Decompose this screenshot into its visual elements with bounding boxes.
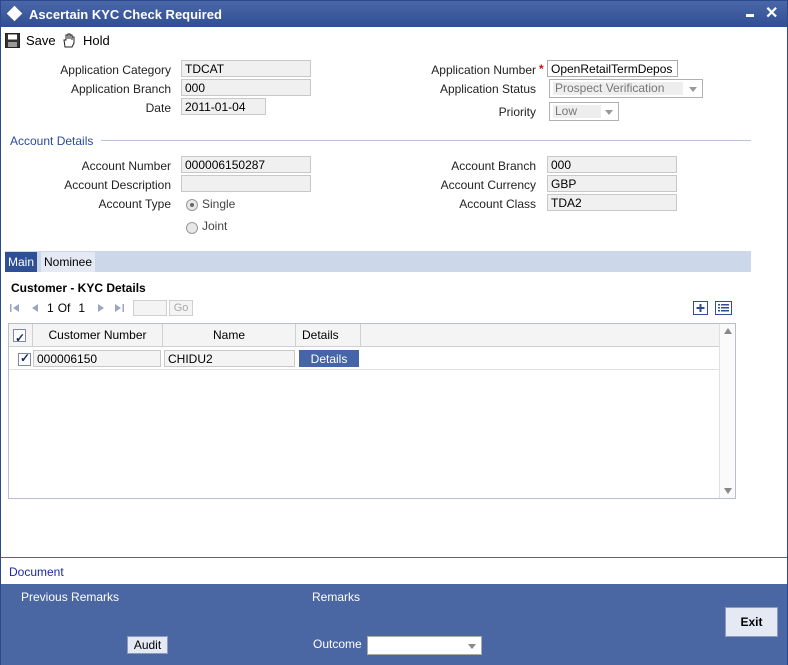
section-divider <box>101 140 751 141</box>
row-checkbox[interactable] <box>18 351 31 366</box>
account-number-field[interactable]: 000006150287 <box>181 156 311 173</box>
account-number-label: Account Number <box>81 159 171 173</box>
tab-bar: Main Nominee <box>5 251 751 272</box>
save-label: Save <box>26 32 56 48</box>
save-icon <box>5 32 20 48</box>
application-status-value: Prospect Verification <box>553 82 683 95</box>
application-category-field[interactable]: TDCAT <box>181 60 311 77</box>
previous-page-icon[interactable] <box>29 302 41 314</box>
page-number-input[interactable] <box>133 300 168 316</box>
application-number-field[interactable]: OpenRetailTermDepos <box>547 60 678 77</box>
document-link[interactable]: Document <box>9 565 64 579</box>
required-marker: * <box>539 62 544 76</box>
account-type-single-label: Single <box>202 197 236 211</box>
account-branch-field[interactable]: 000 <box>547 156 677 173</box>
audit-button[interactable]: Audit <box>127 636 168 654</box>
add-row-icon[interactable] <box>693 301 708 315</box>
save-button[interactable]: Save <box>5 31 56 49</box>
account-currency-label: Account Currency <box>440 178 536 192</box>
account-type-single-radio[interactable] <box>186 199 198 211</box>
account-type-label: Account Type <box>98 197 172 211</box>
hold-button[interactable]: Hold <box>61 31 110 49</box>
chevron-down-icon <box>689 87 697 92</box>
tab-nominee[interactable]: Nominee <box>41 252 96 272</box>
grid-pager: 1 Of 1 Go <box>9 298 194 318</box>
kyc-window: Ascertain KYC Check Required ✕ Save Hold… <box>0 0 788 665</box>
account-description-field[interactable] <box>181 175 311 192</box>
remarks-panel: Previous Remarks Remarks Audit Outcome E… <box>1 584 787 665</box>
title-bar: Ascertain KYC Check Required ✕ <box>1 1 787 27</box>
hold-label: Hold <box>83 32 110 48</box>
close-icon[interactable]: ✕ <box>765 3 778 23</box>
pager-current: 1 <box>47 301 54 315</box>
exit-button[interactable]: Exit <box>725 607 778 637</box>
date-field[interactable]: 2011-01-04 <box>181 98 266 115</box>
chevron-down-icon <box>468 644 476 649</box>
details-button[interactable]: Details <box>299 350 359 367</box>
column-header-name[interactable]: Name <box>163 324 296 347</box>
outcome-label: Outcome <box>313 637 362 651</box>
single-view-icon[interactable] <box>715 301 732 315</box>
application-status-select[interactable]: Prospect Verification <box>549 79 703 98</box>
scroll-down-icon[interactable] <box>724 488 732 494</box>
account-description-label: Account Description <box>64 178 171 192</box>
account-type-joint-radio[interactable] <box>186 222 198 234</box>
chevron-down-icon <box>605 110 613 115</box>
window-diamond-icon <box>6 5 23 22</box>
application-category-label: Application Category <box>60 63 171 77</box>
hand-icon <box>63 33 75 48</box>
priority-value: Low <box>553 105 601 118</box>
priority-select[interactable]: Low <box>549 102 619 121</box>
column-header-details[interactable]: Details <box>296 324 361 347</box>
next-page-icon[interactable] <box>95 302 107 314</box>
tab-main[interactable]: Main <box>5 252 38 272</box>
kyc-grid: Customer Number Name Details 000006150 C… <box>8 323 736 499</box>
first-page-icon[interactable] <box>9 302 21 314</box>
account-type-joint-label: Joint <box>202 219 228 233</box>
application-number-label: Application Number <box>431 63 536 77</box>
date-label: Date <box>145 101 171 115</box>
account-class-field[interactable]: TDA2 <box>547 194 677 211</box>
grid-header: Customer Number Name Details <box>9 324 719 350</box>
account-currency-field[interactable]: GBP <box>547 175 677 192</box>
grid-scrollbar[interactable] <box>719 324 735 498</box>
footer-area: Document Previous Remarks Remarks Audit … <box>1 557 787 665</box>
scroll-up-icon[interactable] <box>724 328 732 334</box>
customer-number-cell[interactable]: 000006150 <box>33 350 161 367</box>
pager-total: 1 <box>78 301 86 315</box>
account-class-label: Account Class <box>459 197 536 211</box>
name-cell[interactable]: CHIDU2 <box>164 350 295 367</box>
account-details-title: Account Details <box>10 134 94 148</box>
last-page-icon[interactable] <box>113 302 125 314</box>
application-status-label: Application Status <box>439 82 536 96</box>
minimize-icon[interactable] <box>746 14 754 17</box>
account-branch-label: Account Branch <box>451 159 536 173</box>
previous-remarks-label: Previous Remarks <box>21 590 120 604</box>
select-all-cell <box>9 324 33 350</box>
application-branch-field[interactable]: 000 <box>181 79 311 96</box>
window-title: Ascertain KYC Check Required <box>29 7 222 22</box>
document-bar: Document <box>1 557 787 583</box>
priority-label: Priority <box>498 105 536 119</box>
remarks-label: Remarks <box>312 590 361 604</box>
select-all-checkbox[interactable] <box>13 327 26 350</box>
application-branch-label: Application Branch <box>70 82 171 96</box>
toolbar: Save Hold <box>1 27 787 51</box>
kyc-details-title: Customer - KYC Details <box>11 281 146 295</box>
go-button[interactable]: Go <box>169 300 194 316</box>
pager-of-label: Of <box>57 301 71 315</box>
column-header-customer-number[interactable]: Customer Number <box>33 324 163 347</box>
table-row: 000006150 CHIDU2 Details <box>9 348 719 370</box>
outcome-select[interactable] <box>367 636 482 655</box>
